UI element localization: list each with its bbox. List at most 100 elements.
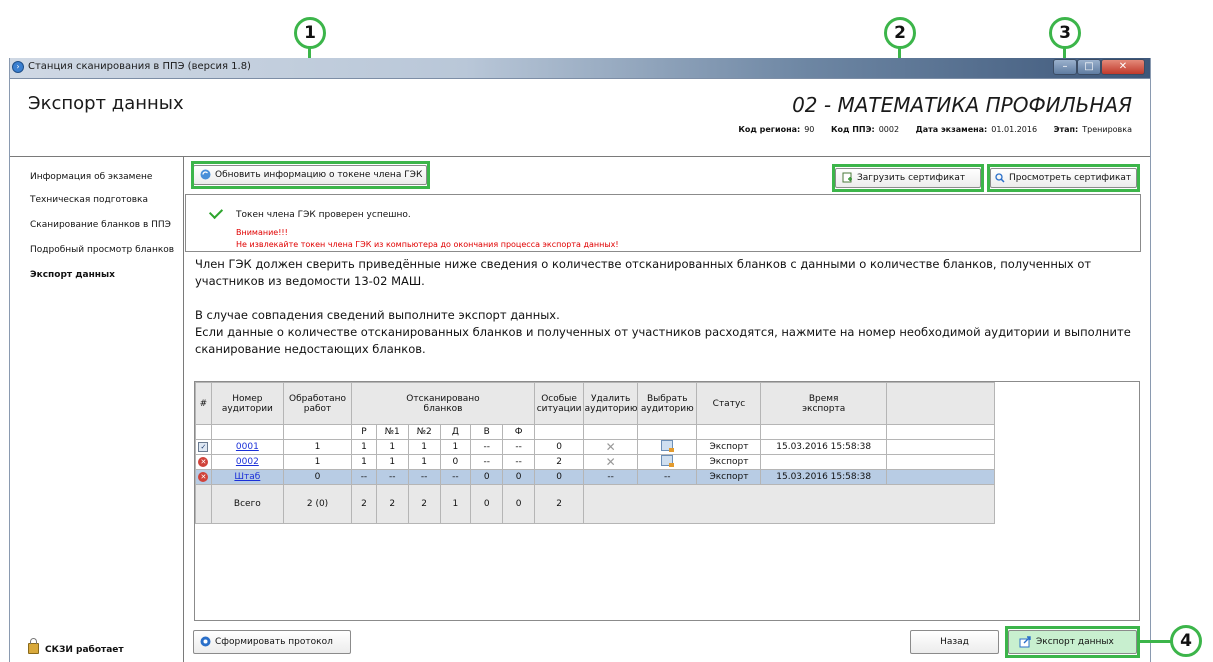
cell-r: 1	[351, 454, 377, 470]
cell-n1: 1	[375, 454, 409, 470]
delete-room-icon[interactable]: ✕	[606, 440, 616, 454]
delete-room-icon[interactable]: ✕	[606, 455, 616, 469]
col-num: #	[195, 382, 212, 425]
room-link[interactable]: 0002	[236, 457, 259, 467]
cell-f: --	[502, 439, 535, 455]
col-export-time: Время экспорта	[760, 382, 887, 425]
cell-n2: 1	[407, 439, 441, 455]
exam-meta: Код региона: 90 Код ППЭ: 0002 Дата экзамен…	[724, 125, 1132, 134]
sidebar-item-export[interactable]: Экспорт данных	[30, 270, 115, 280]
skzi-status-label: СКЗИ работает	[45, 645, 124, 655]
cell-v: 0	[470, 469, 504, 485]
checkmark-icon	[208, 204, 224, 220]
skzi-status: СКЗИ работает	[28, 638, 124, 655]
date-label: Дата экзамена:	[915, 125, 988, 134]
token-ok-message: Токен члена ГЭК проверен успешно.	[236, 210, 411, 220]
room-link[interactable]: Штаб	[234, 472, 260, 482]
cell-n1: --	[375, 469, 409, 485]
total-v: 0	[470, 484, 504, 524]
col-status: Статус	[696, 382, 762, 425]
title-bar: › Станция сканирования в ППЭ (версия 1.8…	[10, 58, 1150, 79]
rooms-table: # Номер аудитории Обработано работ Отска…	[195, 382, 996, 524]
generate-protocol-button[interactable]: Сформировать протокол	[193, 630, 351, 654]
region-value: 90	[804, 125, 815, 134]
sidebar-item-scanning[interactable]: Сканирование бланков в ППЭ	[30, 220, 171, 230]
total-special: 2	[533, 484, 585, 524]
cell-v: --	[470, 439, 504, 455]
col-select: Выбрать аудиторию	[637, 382, 698, 425]
error-icon: ✕	[198, 472, 209, 482]
cell-processed: 1	[282, 439, 353, 455]
cell-processed: 1	[282, 454, 353, 470]
sidebar-item-exam-info[interactable]: Информация об экзамене	[30, 172, 152, 182]
cell-special: 0	[533, 469, 585, 485]
minimize-button[interactable]: –	[1053, 59, 1077, 75]
table-row[interactable]: ✕ Штаб 0 -- -- -- -- 0 0 0 -- -- Экспорт…	[195, 469, 996, 485]
warning-text: Не извлекайте токен члена ГЭК из компьют…	[236, 240, 619, 249]
row-checkbox[interactable]: ✓	[198, 442, 209, 452]
maximize-button[interactable]: □	[1077, 59, 1101, 75]
warning-title: Внимание!!!	[236, 228, 288, 237]
col-empty	[885, 382, 996, 425]
page-title: Экспорт данных	[28, 93, 184, 114]
sidebar-item-tech-prep[interactable]: Техническая подготовка	[30, 195, 148, 205]
generate-protocol-label: Сформировать протокол	[215, 637, 333, 647]
table-row[interactable]: ✕ 0002 1 1 1 1 0 -- -- 2 ✕ Экспорт	[195, 454, 996, 470]
instruction-line-2: участников из ведомости 13-02 МАШ.	[195, 274, 425, 288]
col-special: Особые ситуации	[533, 382, 585, 425]
total-n1: 2	[375, 484, 409, 524]
cell-special: 0	[533, 439, 585, 455]
cell-d: 1	[439, 439, 472, 455]
instruction-line-1: Член ГЭК должен сверить приведённые ниже…	[195, 257, 1092, 271]
cell-status: Экспорт	[696, 439, 762, 455]
col-processed: Обработано работ	[282, 382, 353, 425]
highlight-export	[1005, 626, 1140, 658]
ppe-label: Код ППЭ:	[830, 125, 875, 134]
instruction-line-4: Если данные о количестве отсканированных…	[195, 325, 1131, 339]
cell-special: 2	[533, 454, 585, 470]
region-label: Код региона:	[738, 125, 801, 134]
total-f: 0	[502, 484, 535, 524]
cell-n2: --	[407, 469, 441, 485]
instruction-line-5: сканирование недостающих бланков.	[195, 342, 426, 356]
back-button[interactable]: Назад	[910, 630, 999, 654]
callout-4: 4	[1170, 625, 1202, 657]
room-link[interactable]: 0001	[236, 442, 259, 452]
select-room-icon[interactable]	[661, 455, 675, 467]
date-value: 01.01.2016	[991, 125, 1038, 134]
cell-v: --	[470, 454, 504, 470]
highlight-upload-cert	[832, 164, 984, 192]
callout-3: 3	[1049, 17, 1081, 49]
sidebar-item-detailed-view[interactable]: Подробный просмотр бланков	[30, 245, 174, 255]
cell-n2: 1	[407, 454, 441, 470]
table-row[interactable]: ✓ 0001 1 1 1 1 1 -- -- 0 ✕ Экспорт 15.03…	[195, 439, 996, 455]
page-header: Экспорт данных 02 - МАТЕМАТИКА ПРОФИЛЬНА…	[10, 79, 1150, 157]
cell-time: 15.03.2016 15:58:38	[760, 469, 887, 485]
cell-processed: 0	[282, 469, 353, 485]
total-d: 1	[439, 484, 472, 524]
cell-r: --	[351, 469, 377, 485]
callout-4-leader	[1140, 640, 1172, 643]
exam-subject: 02 - МАТЕМАТИКА ПРОФИЛЬНАЯ	[792, 93, 1132, 117]
app-icon: ›	[12, 61, 24, 73]
ppe-value: 0002	[878, 125, 900, 134]
close-button[interactable]: ✕	[1101, 59, 1145, 75]
col-delete: Удалить аудиторию	[583, 382, 639, 425]
highlight-refresh-token	[191, 161, 430, 189]
cell-d: --	[439, 469, 472, 485]
cell-select: --	[637, 469, 698, 485]
sub-header-d: Д	[439, 424, 472, 440]
sub-header-f: Ф	[502, 424, 535, 440]
cell-f: 0	[502, 469, 535, 485]
highlight-view-cert	[987, 164, 1140, 192]
col-room: Номер аудитории	[210, 382, 284, 425]
total-label: Всего	[210, 484, 284, 524]
instruction-line-3: В случае совпадения сведений выполните э…	[195, 308, 560, 322]
cell-n1: 1	[375, 439, 409, 455]
select-room-icon[interactable]	[661, 440, 675, 452]
callout-1: 1	[294, 17, 326, 49]
callout-2: 2	[884, 17, 916, 49]
lock-icon	[28, 638, 39, 654]
sub-header-row: Р №1 №2 Д В Ф	[195, 424, 996, 440]
cell-status: Экспорт	[696, 469, 762, 485]
